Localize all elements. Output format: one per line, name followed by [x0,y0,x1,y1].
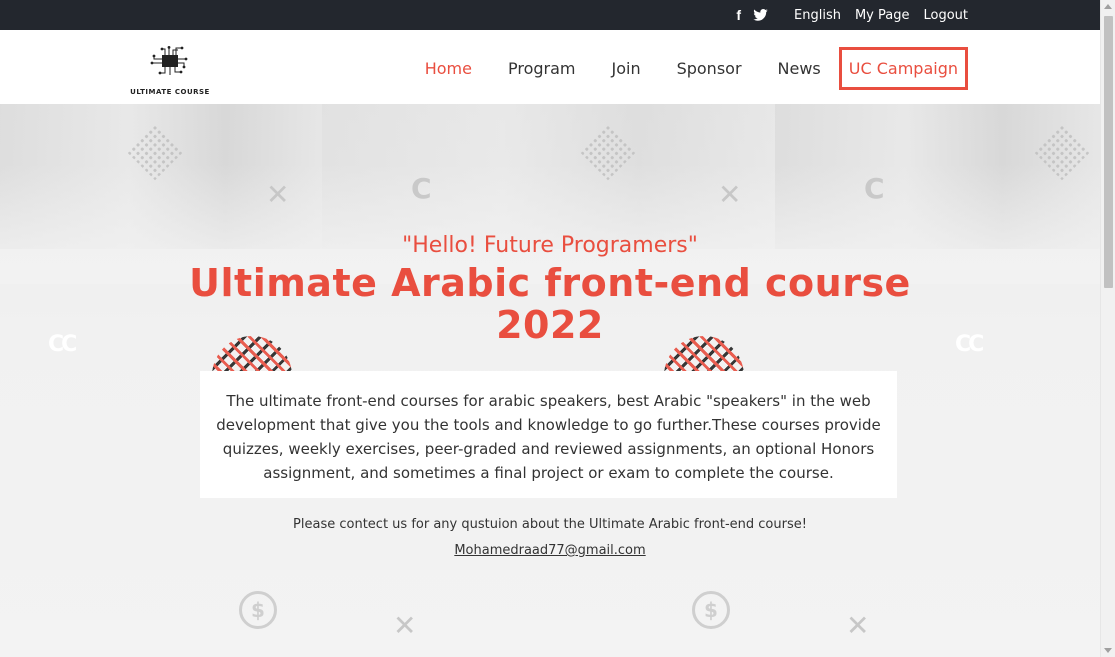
hero-title: Ultimate Arabic front-end course 2022 [0,262,1100,346]
dollar-icon: $ [239,591,277,629]
scrollbar-thumb[interactable] [1104,16,1113,288]
dollar-icon: $ [692,591,730,629]
logo[interactable]: ULTIMATE COURSE [128,38,212,98]
cross-icon: ✕ [718,178,742,211]
site-header: ULTIMATE COURSE Home Program Join Sponso… [0,30,1100,104]
nav-home[interactable]: Home [425,59,472,78]
hero-title-line1: Ultimate Arabic front-end course [189,261,911,305]
nav-news[interactable]: News [778,59,821,78]
logout-link[interactable]: Logout [923,8,968,23]
nav-program[interactable]: Program [508,59,576,78]
main-nav: Home Program Join Sponsor News UC Campai… [389,47,968,90]
description-box: The ultimate front-end courses for arabi… [200,371,897,498]
top-bar-items: f English My Page Logout [736,0,968,30]
scroll-up-icon[interactable] [1104,4,1112,9]
cross-icon: ✕ [266,178,290,211]
nav-join[interactable]: Join [611,59,640,78]
scroll-down-icon[interactable] [1104,648,1112,653]
vertical-scrollbar[interactable] [1100,0,1115,657]
c-shape-icon: C [411,172,432,205]
contact-text: Please contect us for any qustuion about… [293,517,807,532]
nav-uc-campaign[interactable]: UC Campaign [838,47,968,90]
hero-subtitle: "Hello! Future Programers" [402,233,698,258]
twitter-icon[interactable] [753,9,768,21]
description-text: The ultimate front-end courses for arabi… [216,392,881,482]
logo-text: ULTIMATE COURSE [130,88,210,96]
cross-icon: ✕ [846,609,870,642]
my-page-link[interactable]: My Page [855,8,910,23]
c-shape-icon: C [864,172,885,205]
top-bar: f English My Page Logout [0,0,1100,30]
email-link[interactable]: Mohamedraad77@gmail.com [0,543,1100,558]
cross-icon: ✕ [393,609,417,642]
facebook-icon[interactable]: f [736,7,741,23]
nav-sponsor[interactable]: Sponsor [677,59,742,78]
chip-icon [150,46,188,75]
hero-title-line2: 2022 [496,303,604,347]
language-link[interactable]: English [794,8,841,23]
